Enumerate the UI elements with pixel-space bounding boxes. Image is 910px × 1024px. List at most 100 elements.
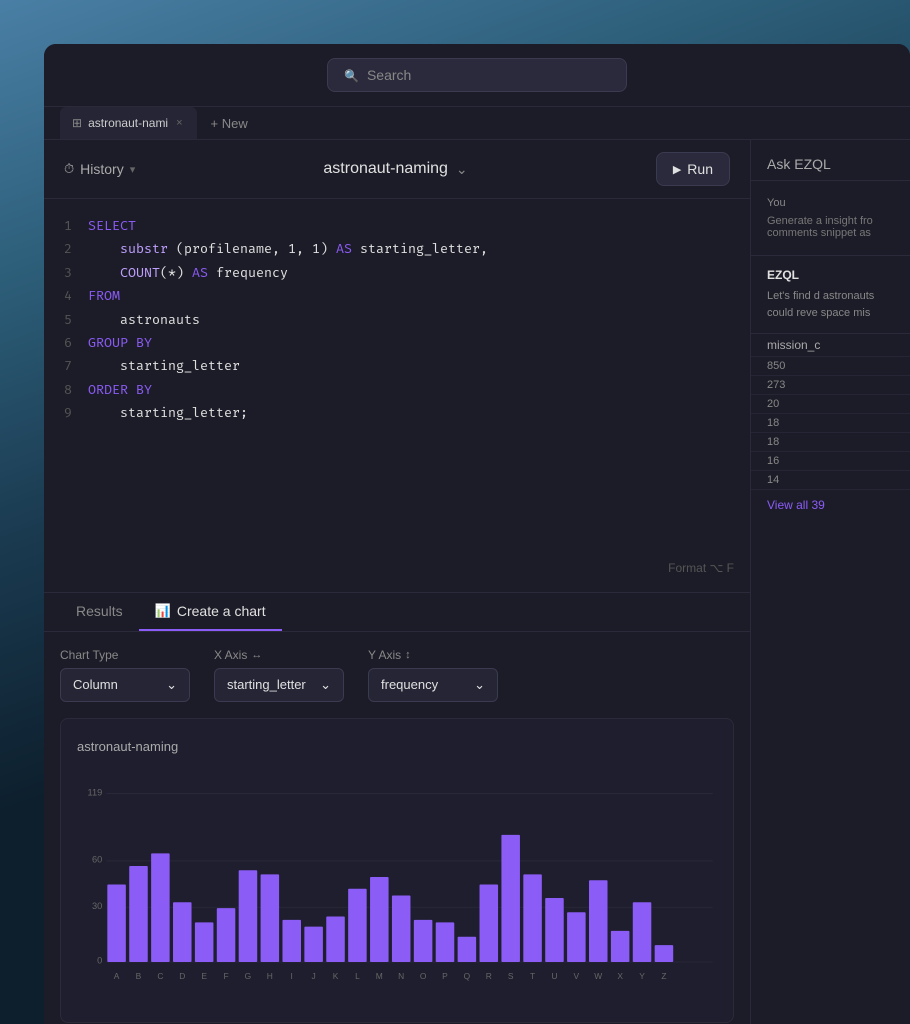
- chart-title: astronaut-naming: [77, 739, 717, 754]
- new-tab-button[interactable]: + New: [201, 110, 258, 137]
- history-chevron-icon: ▾: [130, 163, 136, 176]
- svg-text:A: A: [114, 970, 120, 980]
- y-axis-value: frequency: [381, 677, 438, 692]
- svg-text:H: H: [267, 970, 273, 980]
- chart-area: Chart Type Column ⌄ X Axis ↔ s: [44, 632, 750, 1024]
- svg-text:N: N: [398, 970, 404, 980]
- chart-icon: 📊: [155, 603, 171, 619]
- code-editor[interactable]: 1 2 3 4 5 6 7 8 9 SELECT substr (profile…: [44, 199, 750, 592]
- svg-text:S: S: [508, 970, 514, 980]
- y-axis-label: Y Axis ↕: [368, 648, 498, 662]
- svg-text:T: T: [530, 970, 535, 980]
- y-axis-select[interactable]: frequency ⌄: [368, 668, 498, 702]
- x-axis-label: X Axis ↔: [214, 648, 344, 662]
- top-bar: Search: [44, 44, 910, 107]
- run-button[interactable]: ▶ Run: [656, 152, 730, 186]
- ezql-text: Let's find d astronauts could reve space…: [767, 288, 894, 321]
- chart-controls: Chart Type Column ⌄ X Axis ↔ s: [60, 648, 734, 702]
- new-tab-label: + New: [211, 116, 248, 131]
- history-label: History: [80, 161, 124, 177]
- svg-text:P: P: [442, 970, 448, 980]
- code-content[interactable]: SELECT substr (profilename, 1, 1) AS sta…: [88, 215, 730, 426]
- data-value-5: 18: [751, 433, 910, 452]
- you-section: You Generate a insight fro comments snip…: [751, 181, 910, 256]
- query-chevron-icon: ⌄: [456, 161, 468, 178]
- data-value-7: 14: [751, 471, 910, 490]
- tab-close-button[interactable]: ×: [174, 115, 184, 131]
- svg-text:J: J: [312, 970, 316, 980]
- create-chart-label: Create a chart: [177, 603, 266, 619]
- chart-type-value: Column: [73, 677, 118, 692]
- view-all-button[interactable]: View all 39: [751, 490, 910, 520]
- line-numbers: 1 2 3 4 5 6 7 8 9: [64, 215, 72, 426]
- svg-text:119: 119: [88, 787, 103, 797]
- svg-text:U: U: [551, 970, 557, 980]
- search-icon: [344, 67, 359, 83]
- tab-bar: ⊞ astronaut-nami × + New: [44, 107, 910, 140]
- svg-text:W: W: [594, 970, 602, 980]
- main-content: ⏱ History ▾ astronaut-naming ⌄ ▶ Run 1: [44, 140, 910, 1024]
- tab-icon: ⊞: [72, 116, 82, 130]
- search-label: Search: [367, 67, 411, 83]
- y-axis-sort-icon: ↕: [405, 649, 411, 661]
- svg-text:R: R: [486, 970, 492, 980]
- format-hint: Format ⌥ F: [668, 558, 734, 580]
- bar-chart: 119 60 30 0: [77, 770, 717, 1006]
- y-axis-chevron-icon: ⌄: [474, 677, 485, 693]
- x-axis-select[interactable]: starting_letter ⌄: [214, 668, 344, 702]
- column-name: mission_c: [751, 334, 910, 357]
- tab-create-chart[interactable]: 📊 Create a chart: [139, 593, 282, 631]
- svg-text:G: G: [245, 970, 252, 980]
- svg-text:0: 0: [97, 955, 102, 965]
- data-value-3: 20: [751, 395, 910, 414]
- y-axis-group: Y Axis ↕ frequency ⌄: [368, 648, 498, 702]
- chart-type-select[interactable]: Column ⌄: [60, 668, 190, 702]
- history-icon: ⏱: [64, 161, 74, 177]
- svg-text:I: I: [291, 970, 293, 980]
- you-text: Generate a insight fro comments snippet …: [767, 215, 894, 239]
- app-window: Search ⊞ astronaut-nami × + New ⏱ Histor…: [44, 44, 910, 1024]
- chart-type-chevron-icon: ⌄: [166, 677, 177, 693]
- svg-text:Y: Y: [639, 970, 645, 980]
- query-name: astronaut-naming: [323, 160, 448, 178]
- x-axis-value: starting_letter: [227, 677, 306, 692]
- svg-text:L: L: [355, 970, 360, 980]
- data-value-1: 850: [751, 357, 910, 376]
- run-play-icon: ▶: [673, 163, 681, 176]
- svg-text:30: 30: [92, 900, 102, 910]
- svg-text:60: 60: [92, 854, 102, 864]
- x-axis-group: X Axis ↔ starting_letter ⌄: [214, 648, 344, 702]
- editor-toolbar: ⏱ History ▾ astronaut-naming ⌄ ▶ Run: [44, 140, 750, 199]
- ezql-label: EZQL: [767, 268, 894, 282]
- history-button[interactable]: ⏱ History ▾: [64, 161, 135, 177]
- svg-text:Q: Q: [464, 970, 471, 980]
- tab-results[interactable]: Results: [60, 593, 139, 631]
- right-sidebar: Ask EZQL You Generate a insight fro comm…: [750, 140, 910, 1024]
- results-tabs: Results 📊 Create a chart: [44, 592, 750, 632]
- svg-text:V: V: [574, 970, 580, 980]
- svg-text:B: B: [136, 970, 142, 980]
- svg-text:M: M: [376, 970, 383, 980]
- ask-ezql-header: Ask EZQL: [751, 140, 910, 181]
- chart-type-label: Chart Type: [60, 648, 190, 662]
- svg-text:D: D: [179, 970, 185, 980]
- svg-text:F: F: [223, 970, 228, 980]
- data-value-6: 16: [751, 452, 910, 471]
- ask-ezql-label: Ask EZQL: [767, 156, 831, 172]
- query-selector[interactable]: astronaut-naming ⌄: [323, 160, 467, 178]
- tab-label: astronaut-nami: [88, 116, 168, 130]
- svg-text:O: O: [420, 970, 427, 980]
- svg-text:Z: Z: [661, 970, 666, 980]
- svg-text:K: K: [333, 970, 339, 980]
- tab-astronaut-naming[interactable]: ⊞ astronaut-nami ×: [60, 107, 197, 139]
- svg-text:X: X: [617, 970, 623, 980]
- search-box[interactable]: Search: [327, 58, 627, 92]
- chart-wrapper: 119 60 30 0: [77, 770, 717, 1011]
- chart-type-group: Chart Type Column ⌄: [60, 648, 190, 702]
- data-value-4: 18: [751, 414, 910, 433]
- svg-text:E: E: [201, 970, 207, 980]
- results-label: Results: [76, 603, 123, 619]
- svg-text:C: C: [157, 970, 163, 980]
- chart-container: astronaut-naming 119 60 30 0: [60, 718, 734, 1024]
- you-label: You: [767, 197, 894, 209]
